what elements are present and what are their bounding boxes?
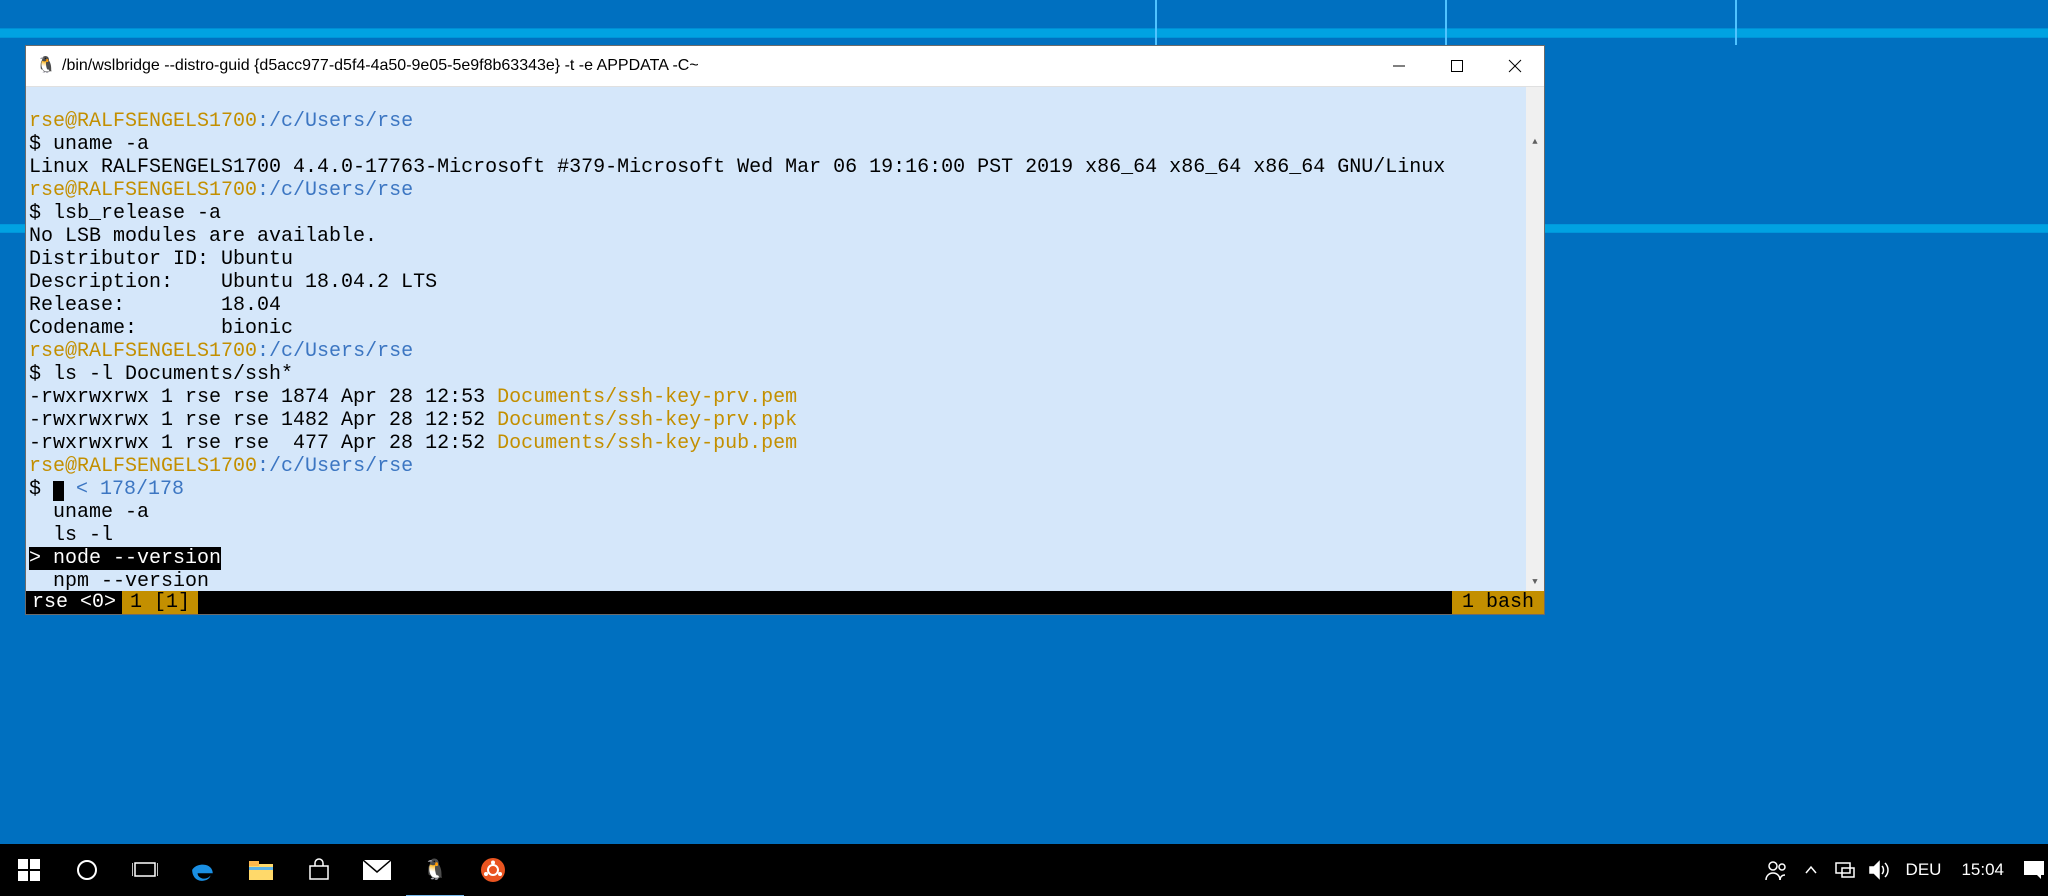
action-center-icon[interactable]	[2020, 844, 2048, 896]
ls-filename: Documents/ssh-key-prv.pem	[497, 386, 797, 409]
titlebar[interactable]: /bin/wslbridge --distro-guid {d5acc977-d…	[26, 46, 1544, 87]
terminal-window: /bin/wslbridge --distro-guid {d5acc977-d…	[25, 45, 1545, 615]
history-counter: < 178/178	[64, 478, 184, 501]
prompt-path: :/c/Users/rse	[257, 340, 413, 363]
tray-language[interactable]: DEU	[1896, 860, 1952, 880]
ls-row: -rwxrwxrwx 1 rse rse 1482 Apr 28 12:52	[29, 409, 497, 432]
volume-icon[interactable]	[1862, 844, 1896, 896]
taskbar-app-store[interactable]	[290, 844, 348, 896]
history-item-selected: > node --version	[29, 547, 221, 570]
status-window: 1 [1]	[122, 591, 198, 614]
cmd-lsb: $ lsb_release -a	[29, 202, 221, 225]
prompt-userhost: rse@RALFSENGELS1700	[29, 110, 257, 133]
scroll-down-icon[interactable]: ▼	[1526, 573, 1544, 591]
taskbar-app-edge[interactable]	[174, 844, 232, 896]
prompt-path: :/c/Users/rse	[257, 455, 413, 478]
ls-row: -rwxrwxrwx 1 rse rse 477 Apr 28 12:52	[29, 432, 497, 455]
tray-clock[interactable]: 15:04	[1951, 860, 2014, 880]
tray-expand-icon[interactable]	[1794, 844, 1828, 896]
people-icon[interactable]	[1760, 844, 1794, 896]
terminal-scrollbar[interactable]: ▲ ▼	[1526, 87, 1544, 591]
prompt-path: :/c/Users/rse	[257, 110, 413, 133]
history-prompt: $	[29, 478, 53, 501]
cmd-uname: $ uname -a	[29, 133, 149, 156]
start-button[interactable]	[0, 844, 58, 896]
history-item: uname -a	[29, 501, 149, 524]
terminal-content[interactable]: rse@RALFSENGELS1700:/c/Users/rse $ uname…	[26, 87, 1544, 591]
lsb-output: Release: 18.04	[29, 294, 281, 317]
close-button[interactable]	[1486, 46, 1544, 86]
task-view-button[interactable]	[116, 844, 174, 896]
taskbar-app-ubuntu[interactable]	[464, 844, 522, 896]
prompt-path: :/c/Users/rse	[257, 179, 413, 202]
taskbar-app-terminal[interactable]: 🐧	[406, 843, 464, 896]
window-title: /bin/wslbridge --distro-guid {d5acc977-d…	[62, 57, 699, 75]
lsb-output: No LSB modules are available.	[29, 225, 377, 248]
minimize-button[interactable]	[1370, 46, 1428, 86]
status-session: rse <0>	[26, 591, 122, 614]
taskbar-app-mail[interactable]	[348, 844, 406, 896]
ls-row: -rwxrwxrwx 1 rse rse 1874 Apr 28 12:53	[29, 386, 497, 409]
tmux-statusbar: rse <0> 1 [1] 1 bash	[26, 591, 1544, 614]
prompt-userhost: rse@RALFSENGELS1700	[29, 340, 257, 363]
ls-filename: Documents/ssh-key-prv.ppk	[497, 409, 797, 432]
uname-output: Linux RALFSENGELS1700 4.4.0-17763-Micros…	[29, 156, 1445, 179]
scroll-up-icon[interactable]: ▲	[1526, 133, 1544, 151]
history-item: ls -l	[29, 524, 113, 547]
prompt-userhost: rse@RALFSENGELS1700	[29, 179, 257, 202]
ls-filename: Documents/ssh-key-pub.pem	[497, 432, 797, 455]
cortana-button[interactable]	[58, 844, 116, 896]
lsb-output: Codename: bionic	[29, 317, 293, 340]
app-icon	[36, 57, 54, 75]
cmd-ls: $ ls -l Documents/ssh*	[29, 363, 293, 386]
penguin-icon: 🐧	[423, 857, 448, 882]
history-item: npm --version	[29, 570, 209, 591]
network-icon[interactable]	[1828, 844, 1862, 896]
taskbar: 🐧 DEU 15:04	[0, 844, 2048, 896]
taskbar-app-explorer[interactable]	[232, 844, 290, 896]
cursor	[53, 481, 64, 501]
lsb-output: Description: Ubuntu 18.04.2 LTS	[29, 271, 437, 294]
lsb-output: Distributor ID: Ubuntu	[29, 248, 293, 271]
maximize-button[interactable]	[1428, 46, 1486, 86]
prompt-userhost: rse@RALFSENGELS1700	[29, 455, 257, 478]
system-tray: DEU 15:04	[1760, 844, 2048, 896]
status-right: 1 bash	[1452, 591, 1544, 614]
